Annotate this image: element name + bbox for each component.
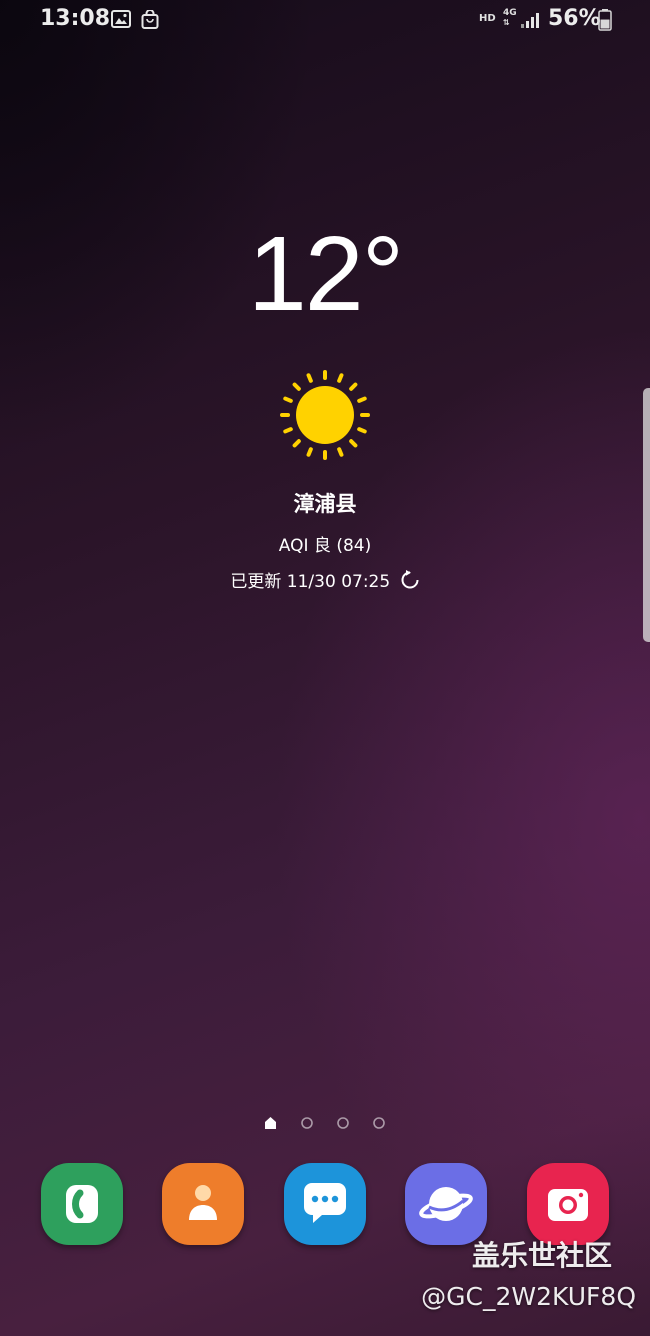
watermark-user: @GC_2W2KUF8Q [421,1282,636,1311]
sun-icon [280,370,370,460]
home-page-dot-icon [265,1117,276,1129]
gallery-icon [111,10,131,28]
hd-voice-indicator: HD [479,13,496,24]
sun-ray [306,373,313,383]
weather-city: 漳浦县 [293,492,357,516]
sun-ray [357,396,367,403]
data-arrows-icon: ⇅ [503,18,510,27]
network-label: 4G [503,8,517,18]
sun-ray [306,447,313,457]
air-quality-index: AQI 良 (84) [278,536,372,556]
battery-icon [598,9,612,31]
page-indicator[interactable] [263,1115,387,1131]
page-dot [301,1117,313,1129]
sun-ray [349,439,358,448]
sun-ray [349,382,358,391]
page-dot [373,1117,385,1129]
messages-app[interactable] [284,1163,366,1245]
internet-app[interactable] [405,1163,487,1245]
updated-time: 已更新 11/30 07:25 [230,572,391,592]
camera-icon [548,1189,588,1221]
watermark-title: 盖乐世社区 [472,1239,613,1272]
sun-ray [292,382,301,391]
shopping-bag-icon [141,10,159,29]
sun-ray [357,427,367,434]
sun-ray [283,396,293,403]
sun-ray [337,373,344,383]
status-bar[interactable]: 13:08 HD 4G ⇅ 56% [0,0,650,40]
phone-app[interactable] [41,1163,123,1245]
status-time: 13:08 [40,6,111,31]
sun-ray [292,439,301,448]
refresh-icon[interactable] [400,570,420,590]
camera-app[interactable] [527,1163,609,1245]
battery-percentage: 56% [548,6,601,31]
temperature: 12° [247,215,404,333]
phone-icon [66,1185,98,1223]
page-dot [337,1117,349,1129]
network-type: 4G ⇅ [503,9,517,28]
sun-ray [283,427,293,434]
signal-strength-icon [521,13,539,28]
contacts-app[interactable] [162,1163,244,1245]
contacts-icon [189,1185,217,1220]
sun-ray [337,447,344,457]
messages-icon [304,1183,346,1223]
internet-planet-icon [419,1187,473,1221]
weather-updated: 已更新 11/30 07:25 [0,567,650,592]
